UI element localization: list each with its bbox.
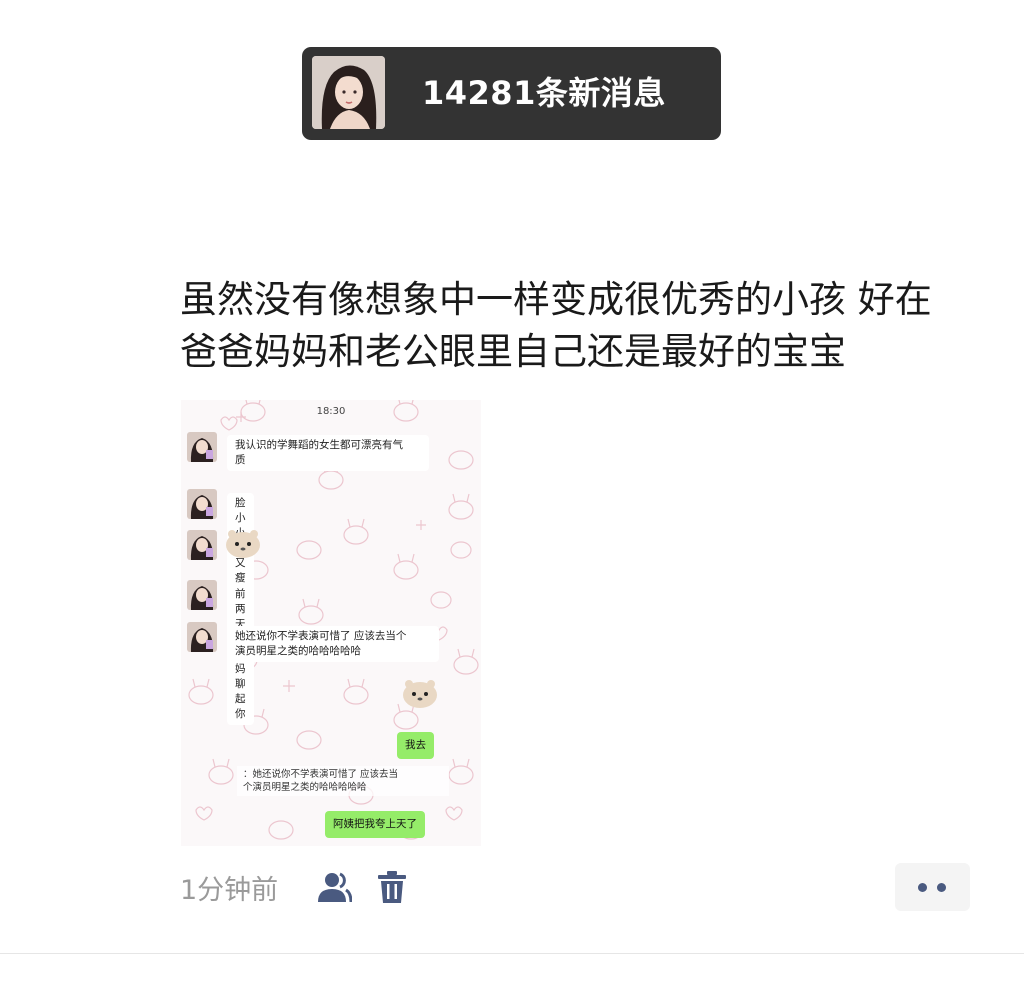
- quote-text: ：她还说你不学表演可惜了 应该去当: [243, 769, 399, 780]
- self-chat-bubble: 我去: [397, 732, 434, 759]
- new-messages-banner[interactable]: 14281条新消息: [302, 47, 721, 140]
- chat-timestamp: 18:30: [316, 406, 346, 417]
- post-time: 1分钟前: [180, 875, 279, 906]
- chat-text: 演员明星之类的哈哈哈哈哈: [235, 645, 361, 657]
- contact-avatar: [187, 530, 217, 560]
- contact-avatar: [187, 489, 217, 519]
- contact-avatar: [187, 432, 217, 462]
- divider: [0, 953, 1024, 954]
- post-text-line: 虽然没有像想象中一样变成很优秀的小孩 好在: [180, 278, 932, 321]
- post-image[interactable]: 18:30 我认识的学舞蹈的女生都可漂亮有气 质 脸小小的又瘦又高: [181, 400, 481, 846]
- self-chat-bubble: 阿姨把我夸上天了: [325, 811, 425, 838]
- chat-text: 我认识的学舞蹈的女生都可漂亮有气: [235, 439, 403, 451]
- sender-avatar: [312, 56, 385, 129]
- contact-avatar: [187, 622, 217, 652]
- chat-bubble: 她还说你不学表演可惜了 应该去当个 演员明星之类的哈哈哈哈哈: [227, 626, 439, 662]
- chat-text: 她还说你不学表演可惜了 应该去当个: [235, 630, 407, 642]
- more-dots-icon: [937, 883, 946, 892]
- chat-bubble: 我认识的学舞蹈的女生都可漂亮有气 质: [227, 435, 429, 471]
- more-dots-icon: [918, 883, 927, 892]
- trash-icon[interactable]: [377, 870, 407, 904]
- quoted-message: ：她还说你不学表演可惜了 应该去当 个演员明星之类的哈哈哈哈哈: [237, 766, 449, 796]
- more-button[interactable]: [895, 863, 970, 911]
- bear-sticker-icon: [226, 530, 260, 558]
- contact-avatar: [187, 580, 217, 610]
- friends-icon[interactable]: [316, 871, 352, 903]
- post-text: 虽然没有像想象中一样变成很优秀的小孩 好在 爸爸妈妈和老公眼里自己还是最好的宝宝: [180, 274, 990, 378]
- chat-text: 质: [235, 454, 246, 466]
- post-text-line: 爸爸妈妈和老公眼里自己还是最好的宝宝: [180, 330, 846, 373]
- bear-sticker-icon: [403, 680, 437, 708]
- new-messages-count: 14281条新消息: [422, 74, 666, 112]
- quote-text: 个演员明星之类的哈哈哈哈哈: [243, 782, 367, 793]
